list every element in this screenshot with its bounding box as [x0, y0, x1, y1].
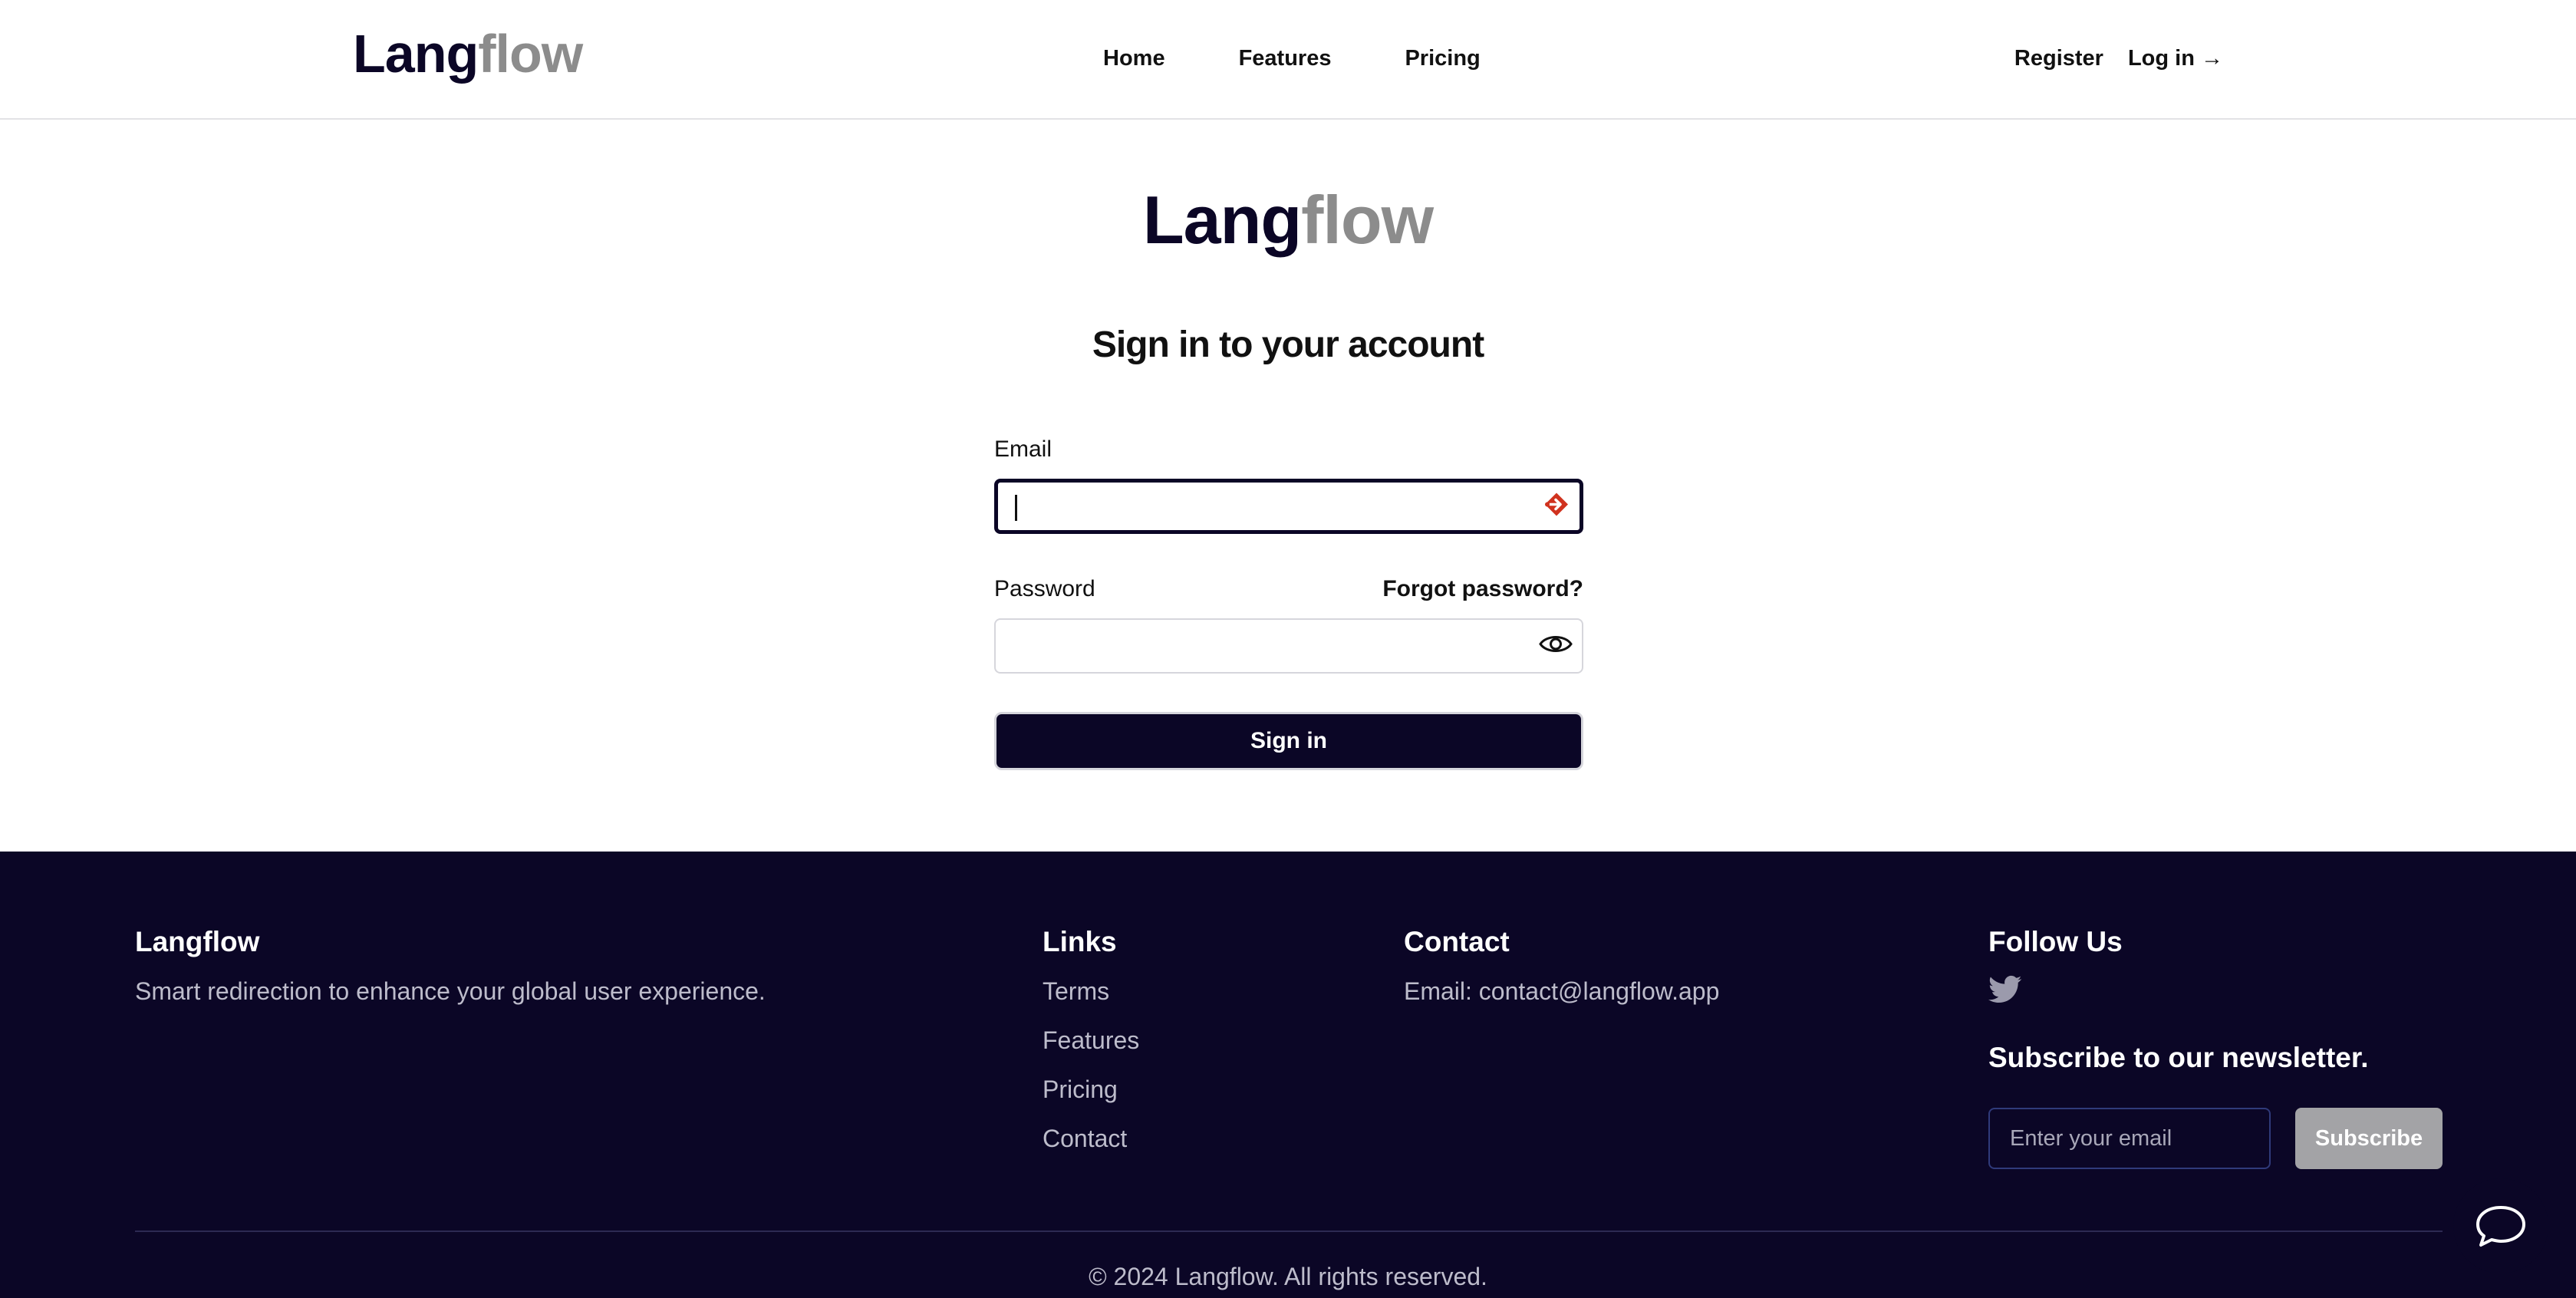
login-logo: Langflow: [0, 178, 2576, 262]
footer-contact-column: Contact Email: contact@langflow.app: [1404, 917, 1719, 1016]
footer-links-title: Links: [1043, 926, 1117, 957]
nav-features-link[interactable]: Features: [1239, 43, 1332, 74]
subscribe-button[interactable]: Subscribe: [2295, 1108, 2443, 1169]
logo-text-flow: flow: [478, 24, 583, 84]
email-field[interactable]: [994, 479, 1583, 534]
eye-icon[interactable]: [1537, 629, 1574, 664]
auth-links: Register Log in →: [1990, 43, 2223, 74]
footer-brand-column: Langflow Smart redirection to enhance yo…: [135, 917, 766, 1016]
forgot-password-link[interactable]: Forgot password?: [1382, 574, 1583, 605]
footer-divider: [135, 1230, 2443, 1232]
footer-tagline: Smart redirection to enhance your global…: [135, 977, 766, 1005]
chat-bubble-icon[interactable]: [2453, 1178, 2548, 1273]
login-logo-text-flow: flow: [1301, 182, 1434, 258]
email-label: Email: [994, 437, 1052, 462]
logo-text-lang: Lang: [353, 24, 479, 84]
footer-brand: Langflow: [135, 926, 260, 957]
header-logo[interactable]: Langflow: [353, 23, 583, 84]
top-navbar: Langflow Home Features Pricing Register …: [0, 0, 2576, 120]
footer-link-contact[interactable]: Contact: [1043, 1114, 1139, 1163]
footer-contact-email: Email: contact@langflow.app: [1404, 977, 1720, 1005]
newsletter-form: Subscribe: [1988, 1108, 2449, 1169]
sign-in-button[interactable]: Sign in: [994, 712, 1583, 770]
footer: Langflow Smart redirection to enhance yo…: [0, 852, 2576, 1298]
twitter-icon[interactable]: [1988, 971, 2449, 1008]
nav-pricing-link[interactable]: Pricing: [1405, 43, 1480, 74]
password-manager-icon[interactable]: [1541, 489, 1572, 524]
copyright-text: © 2024 Langflow. All rights reserved.: [1089, 1263, 1487, 1290]
footer-contact-title: Contact: [1404, 926, 1510, 957]
password-group: Password Forgot password?: [994, 574, 1583, 674]
nav-home-link[interactable]: Home: [1103, 43, 1165, 74]
newsletter-title: Subscribe to our newsletter.: [1988, 1042, 2369, 1073]
password-label-row: Password Forgot password?: [994, 574, 1583, 605]
text-caret: [1015, 495, 1017, 521]
email-group: Email: [994, 434, 1583, 534]
password-label: Password: [994, 576, 1095, 601]
page-title: Sign in to your account: [1092, 324, 1484, 365]
login-link[interactable]: Log in →: [2128, 43, 2223, 74]
password-field[interactable]: [994, 618, 1583, 674]
footer-link-terms[interactable]: Terms: [1043, 967, 1139, 1016]
register-link[interactable]: Register: [2014, 43, 2103, 74]
footer-link-features[interactable]: Features: [1043, 1016, 1139, 1065]
login-logo-text-lang: Lang: [1142, 182, 1302, 258]
footer-follow-title: Follow Us: [1988, 926, 2123, 957]
footer-link-pricing[interactable]: Pricing: [1043, 1065, 1139, 1114]
main-nav: Home Features Pricing: [1103, 43, 1554, 74]
footer-links-column: Links Terms Features Pricing Contact: [1043, 917, 1139, 1163]
signin-form: Email Password Forgot password? Sign in: [994, 434, 1583, 770]
newsletter-email-input[interactable]: [1988, 1108, 2271, 1169]
footer-follow-column: Follow Us Subscribe to our newsletter. S…: [1988, 917, 2449, 1169]
